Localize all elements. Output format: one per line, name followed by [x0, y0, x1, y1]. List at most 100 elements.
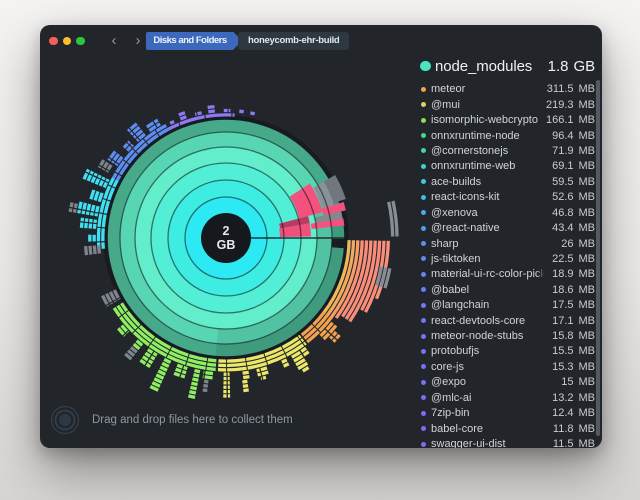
item-name: core-js [431, 361, 544, 373]
item-color-dot [421, 226, 426, 231]
item-size-value: 15.8 [544, 330, 574, 342]
item-color-dot [421, 256, 426, 261]
item-name: onnxruntime-node [431, 130, 544, 142]
item-size-value: 52.6 [544, 191, 574, 203]
item-color-dot [421, 395, 426, 400]
item-name: @expo [431, 376, 544, 388]
list-header[interactable]: node_modules 1.8 GB [414, 55, 596, 77]
item-size-unit: MB [579, 376, 596, 388]
item-size-unit: MB [579, 423, 596, 435]
item-color-dot [421, 195, 426, 200]
item-name: react-devtools-core [431, 315, 544, 327]
list-item[interactable]: meteor311.5MB [414, 82, 596, 97]
item-size-unit: MB [579, 407, 596, 419]
item-size-unit: MB [579, 130, 596, 142]
item-size-value: 17.1 [544, 315, 574, 327]
list-item[interactable]: core-js15.3 MB [414, 359, 596, 374]
item-color-dot [421, 148, 426, 153]
list-item[interactable]: @expo15MB [414, 375, 596, 390]
folder-color-dot [420, 61, 431, 72]
item-color-dot [421, 210, 426, 215]
item-color-dot [421, 102, 426, 107]
list-item[interactable]: onnxruntime-node96.4 MB [414, 128, 596, 143]
list-item[interactable]: react-icons-kit52.6 MB [414, 190, 596, 205]
item-color-dot [421, 164, 426, 169]
item-size-value: 46.8 [544, 207, 574, 219]
item-size-unit: MB [579, 253, 596, 265]
item-size-unit: MB [579, 438, 596, 448]
desktop-background: ‹ › Disks and Folders honeycomb-ehr-buil… [0, 0, 640, 500]
list-item[interactable]: react-devtools-core17.1MB [414, 313, 596, 328]
item-size-value: 22.5 [544, 253, 574, 265]
total-size-label: 2 GB [217, 224, 236, 252]
item-size-value: 13.2 [544, 392, 574, 404]
item-color-dot [421, 118, 426, 123]
item-name: babel-core [431, 423, 544, 435]
item-size-value: 17.5 [544, 299, 574, 311]
list-item[interactable]: babel-core11.8 MB [414, 421, 596, 436]
item-color-dot [421, 241, 426, 246]
item-name: @xenova [431, 207, 544, 219]
item-size-value: 26 [544, 238, 574, 250]
item-name: material-ui-rc-color-picker [431, 268, 544, 280]
item-size-unit: MB [579, 284, 596, 296]
item-name: @mlc-ai [431, 392, 544, 404]
collector-icon[interactable] [50, 405, 80, 435]
item-size-unit: MB [579, 361, 596, 373]
item-size-value: 18.9 [544, 268, 574, 280]
item-name: protobufjs [431, 345, 544, 357]
item-name: @langchain [431, 299, 544, 311]
item-size-unit: MB [579, 222, 596, 234]
list-item[interactable]: @mlc-ai13.2MB [414, 390, 596, 405]
folder-list: meteor311.5MB@mui219.3MBisomorphic-webcr… [414, 82, 596, 448]
item-size-unit: MB [579, 191, 596, 203]
list-item[interactable]: protobufjs15.5MB [414, 344, 596, 359]
list-item[interactable]: onnxruntime-web69.1MB [414, 159, 596, 174]
list-item[interactable]: sharp26MB [414, 236, 596, 251]
list-item[interactable]: @mui219.3MB [414, 97, 596, 112]
item-size-value: 43.4 [544, 222, 574, 234]
list-item[interactable]: @xenova46.8MB [414, 205, 596, 220]
item-name: js-tiktoken [431, 253, 544, 265]
item-size-unit: MB [579, 99, 596, 111]
item-color-dot [421, 318, 426, 323]
list-item[interactable]: material-ui-rc-color-picker18.9MB [414, 267, 596, 282]
item-size-value: 71.9 [544, 145, 574, 157]
item-color-dot [421, 179, 426, 184]
list-item[interactable]: ace-builds59.5MB [414, 174, 596, 189]
item-size-unit: MB [579, 83, 596, 95]
scrollbar-thumb[interactable] [596, 80, 601, 436]
item-size-unit: MB [579, 345, 596, 357]
list-item[interactable]: @langchain17.5MB [414, 298, 596, 313]
list-item[interactable]: isomorphic-webcrypto166.1MB [414, 112, 596, 127]
list-item[interactable]: js-tiktoken22.5 MB [414, 251, 596, 266]
item-name: @cornerstonejs [431, 145, 544, 157]
item-size-value: 96.4 [544, 130, 574, 142]
item-size-value: 11.8 [544, 423, 574, 435]
list-item[interactable]: swagger-ui-dist11.5 MB [414, 436, 596, 448]
item-name: onnxruntime-web [431, 160, 544, 172]
list-item[interactable]: @react-native43.4 MB [414, 220, 596, 235]
item-size-unit: MB [579, 145, 596, 157]
item-name: @react-native [431, 222, 544, 234]
item-size-value: 15.3 [544, 361, 574, 373]
list-item[interactable]: 7zip-bin12.4MB [414, 405, 596, 420]
item-size-unit: MB [579, 176, 596, 188]
folder-name: node_modules [435, 58, 535, 75]
item-color-dot [421, 287, 426, 292]
item-name: swagger-ui-dist [431, 438, 544, 448]
item-color-dot [421, 411, 426, 416]
list-item[interactable]: @cornerstonejs71.9 MB [414, 143, 596, 158]
item-size-value: 166.1 [544, 114, 574, 126]
item-size-value: 11.5 [544, 438, 574, 448]
item-name: react-icons-kit [431, 191, 544, 203]
item-color-dot [421, 303, 426, 308]
folder-size-unit: GB [574, 58, 596, 75]
item-color-dot [421, 133, 426, 138]
item-size-unit: MB [579, 114, 596, 126]
list-item[interactable]: meteor-node-stubs15.8MB [414, 328, 596, 343]
item-name: sharp [431, 238, 544, 250]
item-color-dot [421, 442, 426, 447]
item-name: ace-builds [431, 176, 544, 188]
list-item[interactable]: @babel18.6MB [414, 282, 596, 297]
